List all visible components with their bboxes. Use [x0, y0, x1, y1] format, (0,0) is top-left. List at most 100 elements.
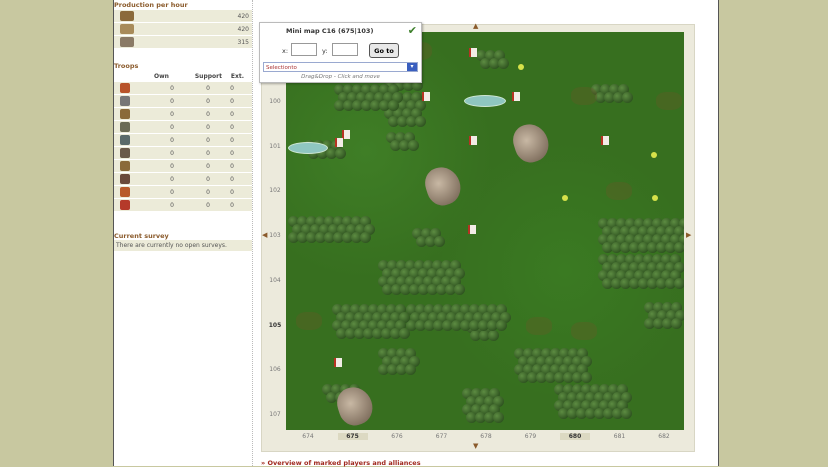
tree-icon [488, 330, 499, 341]
tree-icon [621, 408, 632, 419]
troop-row: 0 0 0 [114, 108, 252, 121]
paladin-icon [120, 187, 130, 197]
troop-ext-count: 0 [230, 110, 234, 118]
resource-row: 420 [114, 10, 252, 23]
dirt-patch [296, 312, 322, 330]
barbarian-village[interactable] [335, 138, 343, 147]
barbarian-village[interactable] [601, 136, 609, 145]
survey-text: There are currently no open surveys. [114, 240, 252, 251]
troop-ext-count: 0 [230, 149, 234, 157]
troop-ext-count: 0 [230, 201, 234, 209]
game-map[interactable] [286, 32, 684, 430]
y-coordinate-label: 102 [269, 187, 281, 195]
selection-dropdown[interactable]: Selectionto ▾ [263, 62, 418, 72]
troop-support-count: 0 [206, 97, 210, 105]
noble-icon [120, 200, 130, 210]
troop-own-count: 0 [170, 162, 174, 170]
lake [288, 142, 328, 154]
troop-own-count: 0 [170, 175, 174, 183]
troop-ext-count: 0 [230, 188, 234, 196]
troop-own-count: 0 [170, 123, 174, 131]
barbarian-village[interactable] [469, 136, 477, 145]
minimap-title: Mini map C16 (675|103) [286, 27, 374, 35]
troop-row: 0 0 0 [114, 134, 252, 147]
y-coordinate-label: 101 [269, 142, 281, 150]
x-coordinate-label: 680 [560, 433, 590, 440]
tree-icon [405, 364, 416, 375]
x-coordinate-label: 676 [391, 433, 403, 440]
resource-row: 315 [114, 36, 252, 49]
column-support: Support [194, 73, 222, 80]
troop-ext-count: 0 [230, 123, 234, 131]
troop-row: 0 0 0 [114, 121, 252, 134]
barbarian-village[interactable] [512, 92, 520, 101]
tree-icon [622, 92, 633, 103]
troop-table-header: Own Support Ext. [114, 71, 252, 82]
troop-ext-count: 0 [230, 97, 234, 105]
troop-support-count: 0 [206, 136, 210, 144]
y-coordinate-label: 107 [269, 410, 281, 418]
tree-icon [415, 116, 426, 127]
troop-own-count: 0 [170, 110, 174, 118]
resource-value: 315 [237, 38, 249, 46]
barbarian-village[interactable] [468, 225, 476, 234]
troop-own-count: 0 [170, 201, 174, 209]
sidebar: Production per hour 420 420 315 Troops Own… [114, 0, 252, 466]
barbarian-village[interactable] [342, 130, 350, 139]
x-coordinate-label: 678 [480, 433, 492, 440]
resource-marker [562, 195, 568, 201]
y-coordinate-label: 103 [269, 232, 281, 240]
tree-icon [454, 284, 465, 295]
y-coordinate-label: 105 [268, 321, 282, 329]
barbarian-village[interactable] [334, 358, 342, 367]
troop-ext-count: 0 [230, 175, 234, 183]
y-coordinate-input[interactable] [332, 43, 358, 56]
tree-icon [434, 236, 445, 247]
x-coordinate-label: 677 [435, 433, 448, 440]
barbarian-village[interactable] [469, 48, 477, 57]
y-label: y: [322, 47, 328, 55]
tree-icon [360, 232, 371, 243]
y-coordinate-label: 106 [269, 366, 281, 374]
troop-support-count: 0 [206, 110, 210, 118]
scroll-down-icon[interactable]: ▼ [473, 442, 478, 450]
troop-support-count: 0 [206, 201, 210, 209]
troop-row: 0 0 0 [114, 186, 252, 199]
resource-value: 420 [237, 25, 249, 33]
scroll-right-icon[interactable]: ▶ [686, 231, 691, 239]
troop-row: 0 0 0 [114, 95, 252, 108]
x-label: x: [282, 47, 289, 55]
go-to-button[interactable]: Go to [369, 43, 399, 58]
resource-marker [518, 64, 524, 70]
scroll-up-icon[interactable]: ▲ [473, 22, 478, 30]
troop-row: 0 0 0 [114, 199, 252, 212]
troop-own-count: 0 [170, 84, 174, 92]
stone-icon [120, 24, 134, 34]
minimap-popup: Mini map C16 (675|103) ✔ x: y: Go to Sel… [259, 22, 422, 83]
wood-icon [120, 11, 134, 21]
troop-ext-count: 0 [230, 136, 234, 144]
rock-formation [420, 162, 466, 210]
dirt-patch [606, 182, 632, 200]
rock-formation [508, 119, 554, 167]
scout-icon [120, 135, 130, 145]
x-coordinate-label: 674 [302, 433, 314, 440]
troop-support-count: 0 [206, 175, 210, 183]
x-coordinate-label: 679 [524, 433, 537, 440]
resource-list: 420 420 315 [114, 10, 252, 49]
y-coordinate-label: 104 [269, 276, 281, 284]
tree-icon [408, 140, 419, 151]
column-ext: Ext. [230, 73, 244, 80]
x-coordinate-input[interactable] [291, 43, 317, 56]
barbarian-village[interactable] [422, 92, 430, 101]
archer-icon [120, 122, 130, 132]
drag-hint: Drag&Drop - Click and move [301, 74, 380, 80]
tree-icon [388, 100, 399, 111]
catapult-icon [120, 174, 130, 184]
dirt-patch [571, 87, 597, 105]
axe-icon [120, 109, 130, 119]
troop-support-count: 0 [206, 188, 210, 196]
chevron-down-icon[interactable]: ▾ [407, 63, 417, 71]
tree-icon [399, 328, 410, 339]
checkmark-icon[interactable]: ✔ [408, 24, 417, 37]
